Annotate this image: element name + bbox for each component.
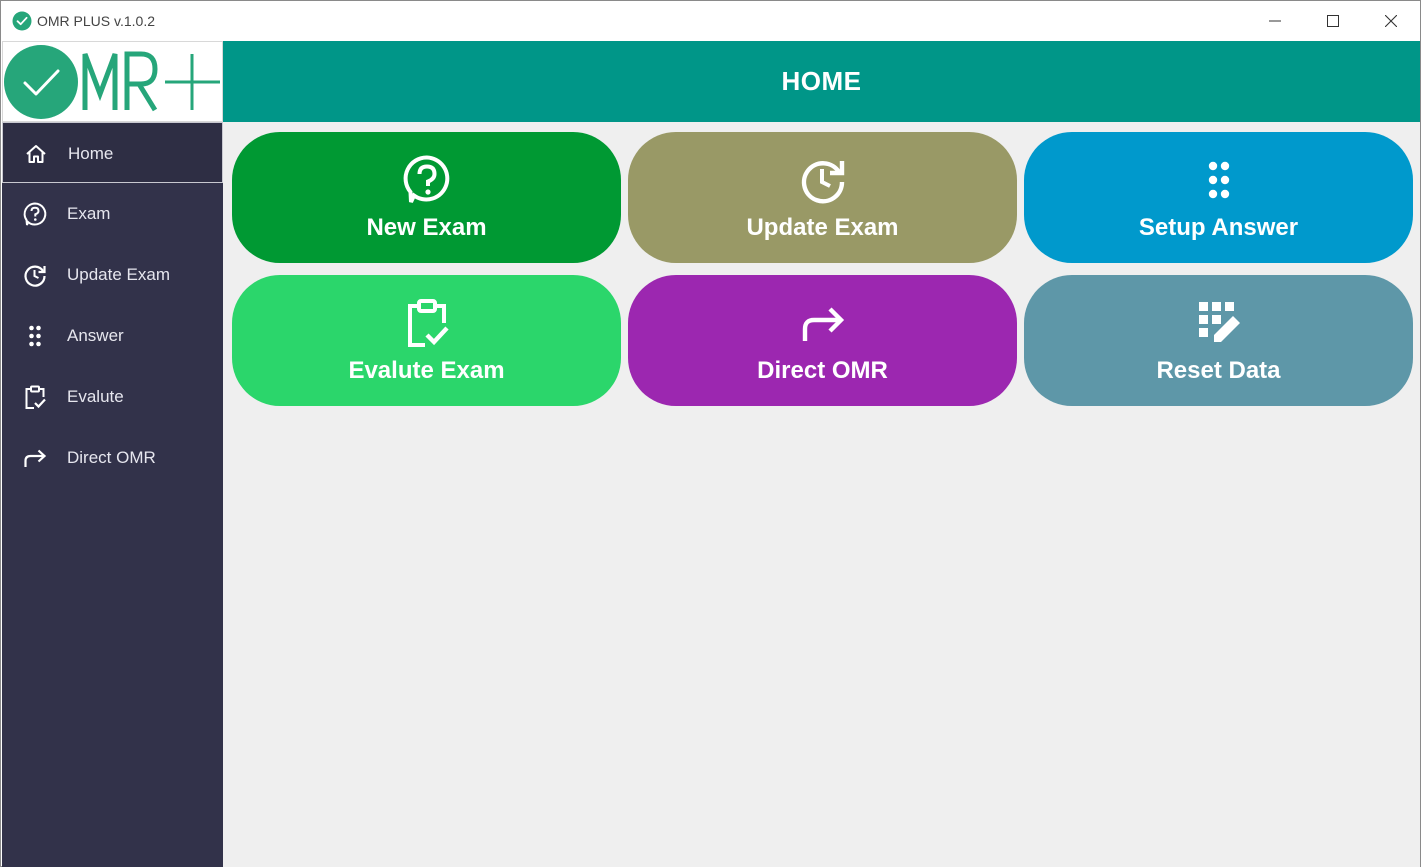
sidebar-item-exam[interactable]: Exam	[2, 183, 223, 244]
minimize-button[interactable]	[1246, 1, 1304, 41]
clipboard-check-icon	[25, 385, 46, 409]
question-icon	[23, 202, 47, 226]
title-bar: OMR PLUS v.1.0.2	[1, 1, 1420, 41]
setup-answer-button[interactable]: Setup Answer	[1024, 132, 1413, 263]
sidebar-item-evalute[interactable]: Evalute	[2, 366, 223, 427]
close-button[interactable]	[1362, 1, 1420, 41]
update-exam-button[interactable]: Update Exam	[628, 132, 1017, 263]
sidebar-item-label: Exam	[67, 204, 111, 223]
tile-label: Update Exam	[746, 214, 899, 241]
page-title: HOME	[781, 66, 862, 96]
omr-plus-logo	[4, 45, 220, 119]
dots-grid-icon	[1208, 161, 1229, 199]
tile-label: Reset Data	[1156, 357, 1281, 384]
question-icon	[403, 155, 449, 203]
app-window: OMR PLUS v.1.0.2 HOME Home Exam Update E…	[0, 0, 1421, 867]
tile-label: Evalute Exam	[348, 357, 505, 384]
tile-label: New Exam	[366, 214, 487, 241]
main-content: New Exam Update Exam Setup Answer Evalut…	[223, 122, 1420, 867]
grid-edit-icon	[1198, 302, 1240, 342]
minimize-icon	[1269, 20, 1281, 22]
page-header: HOME	[223, 41, 1420, 122]
reset-data-button[interactable]: Reset Data	[1024, 275, 1413, 406]
maximize-button[interactable]	[1304, 1, 1362, 41]
sidebar-item-answer[interactable]: Answer	[2, 305, 223, 366]
sidebar-item-label: Update Exam	[67, 265, 170, 284]
share-arrow-icon	[24, 449, 47, 467]
tile-label: Direct OMR	[757, 357, 888, 384]
sidebar-item-home[interactable]: Home	[2, 122, 223, 183]
evalute-exam-button[interactable]: Evalute Exam	[232, 275, 621, 406]
app-logo	[2, 41, 223, 122]
new-exam-button[interactable]: New Exam	[232, 132, 621, 263]
update-icon	[24, 265, 46, 287]
sidebar-item-label: Home	[68, 144, 114, 163]
update-icon	[801, 161, 844, 204]
tile-label: Setup Answer	[1138, 214, 1299, 241]
dots-grid-icon	[29, 325, 41, 347]
share-arrow-icon	[802, 307, 844, 341]
maximize-icon	[1327, 15, 1339, 27]
sidebar-item-update-exam[interactable]: Update Exam	[2, 244, 223, 305]
sidebar: Home Exam Update Exam Answer Evalute Dir…	[2, 122, 223, 867]
sidebar-item-label: Evalute	[67, 387, 124, 406]
sidebar-item-label: Direct OMR	[67, 448, 156, 467]
clipboard-check-icon	[407, 299, 449, 347]
close-icon	[1385, 15, 1397, 27]
window-title: OMR PLUS v.1.0.2	[37, 13, 156, 29]
app-check-icon	[12, 11, 32, 31]
home-icon	[26, 145, 46, 163]
sidebar-item-label: Answer	[67, 326, 124, 345]
sidebar-item-direct-omr[interactable]: Direct OMR	[2, 427, 223, 488]
direct-omr-button[interactable]: Direct OMR	[628, 275, 1017, 406]
